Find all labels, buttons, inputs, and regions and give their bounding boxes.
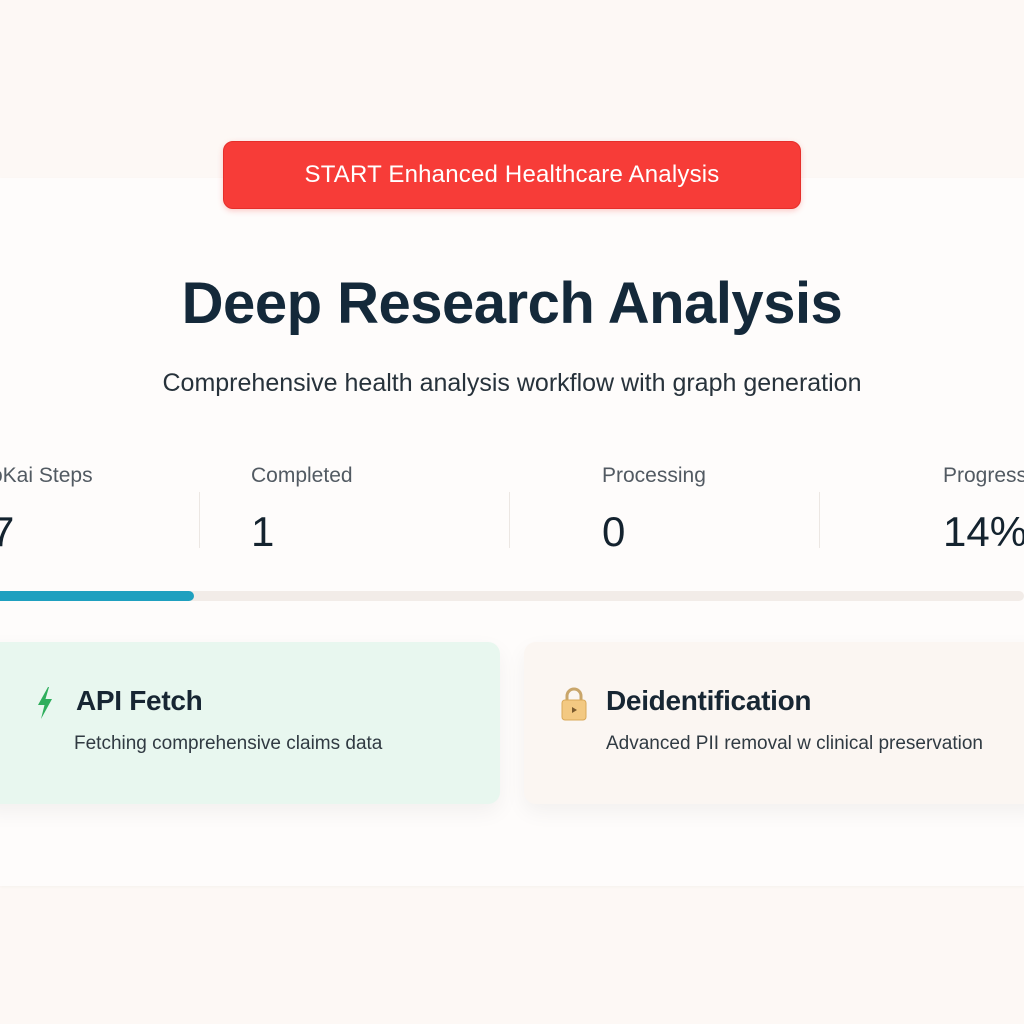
card-description: Fetching comprehensive claims data	[74, 733, 383, 754]
stat-label: Processing	[602, 464, 706, 487]
stat-progress: Progress 14%	[943, 464, 1024, 556]
stat-label: oKai Steps	[0, 464, 93, 487]
stat-divider	[199, 492, 200, 548]
card-description: Advanced PII removal w clinical preserva…	[606, 733, 984, 754]
page-title: Deep Research Analysis	[181, 271, 843, 336]
stat-value: 14%	[943, 508, 1024, 555]
start-analysis-button[interactable]: START Enhanced Healthcare Analysis	[223, 141, 801, 209]
stat-divider	[509, 492, 510, 548]
progress-bar-fill	[0, 591, 194, 601]
stat-value: 0	[602, 508, 626, 555]
stat-label: Progress	[943, 464, 1024, 487]
progress-bar	[0, 591, 1024, 601]
page-subtitle: Comprehensive health analysis workflow w…	[162, 369, 862, 397]
stat-completed: Completed 1	[251, 464, 353, 556]
stat-divider	[819, 492, 820, 548]
stat-processing: Processing 0	[602, 464, 706, 556]
padlock-icon	[560, 686, 588, 727]
page: START Enhanced Healthcare Analysis Deep …	[0, 0, 1024, 1024]
step-card-deidentification[interactable]: Deidentification Advanced PII removal w …	[524, 642, 1024, 804]
stat-value: 1	[251, 508, 275, 555]
stat-label: Completed	[251, 464, 353, 487]
card-title: API Fetch	[76, 685, 203, 716]
card-title: Deidentification	[606, 685, 812, 716]
stat-total-steps: oKai Steps 7	[0, 464, 93, 556]
lightning-bolt-icon	[36, 686, 54, 725]
stat-value: 7	[0, 508, 15, 555]
step-card-api-fetch[interactable]: API Fetch Fetching comprehensive claims …	[0, 642, 500, 804]
